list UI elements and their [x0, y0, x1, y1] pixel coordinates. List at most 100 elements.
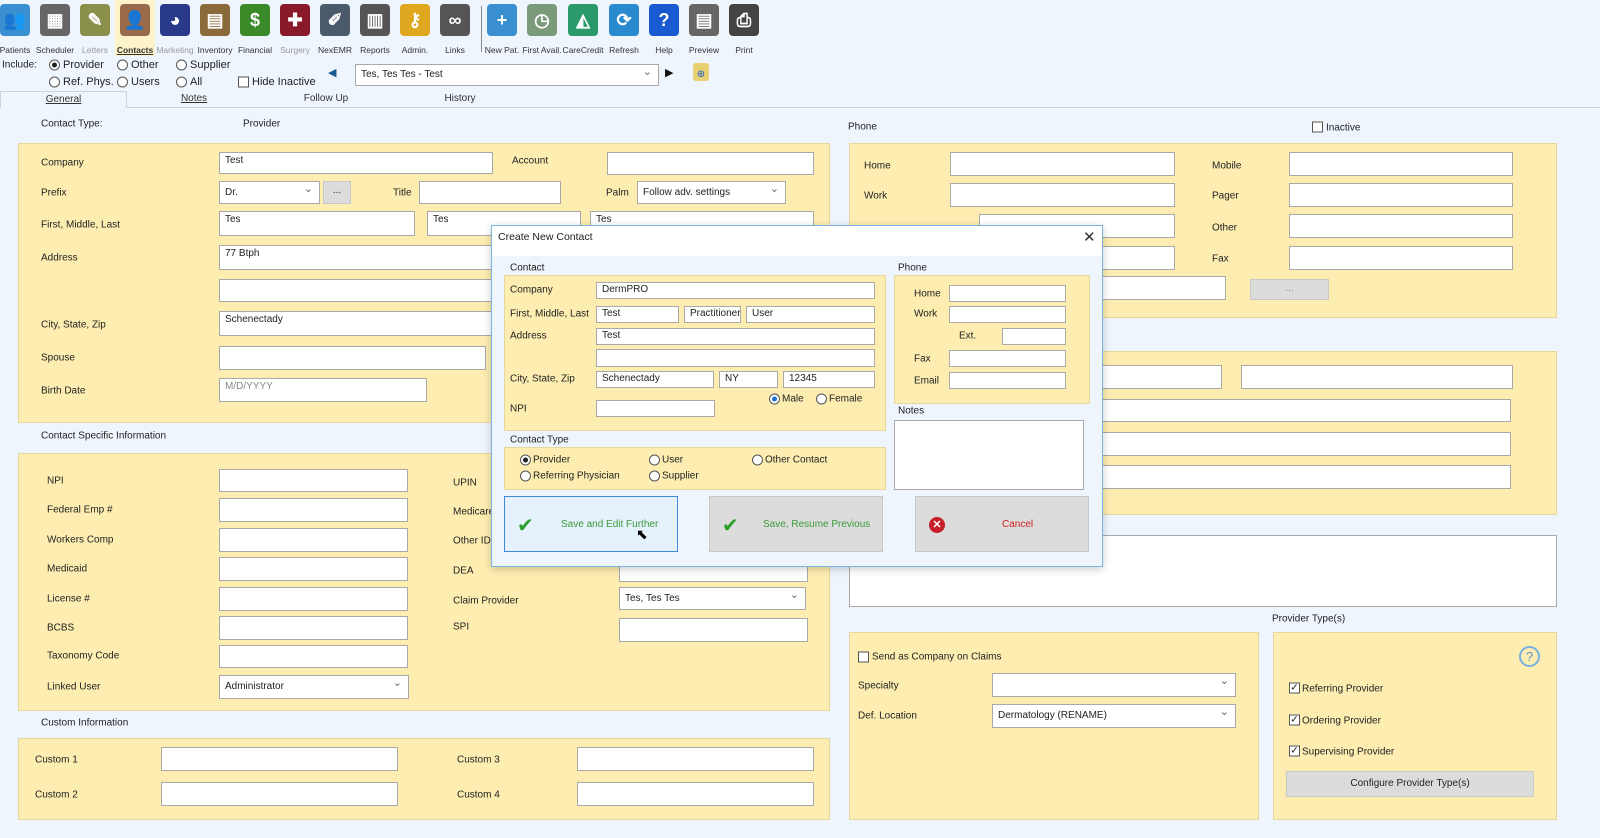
bcbs-input[interactable]	[219, 616, 408, 640]
dialog-last-input[interactable]: User	[746, 306, 875, 323]
dialog-notes-textarea[interactable]	[894, 420, 1084, 490]
license-label: License #	[47, 593, 90, 605]
close-icon[interactable]: ✕	[1083, 228, 1096, 246]
title-input[interactable]	[419, 181, 561, 204]
prefix-select[interactable]: Dr.	[219, 181, 320, 204]
work-phone-input[interactable]	[950, 183, 1175, 207]
mailing-input-5[interactable]	[1050, 465, 1511, 489]
dialog-email-input[interactable]	[949, 372, 1066, 389]
ordering-provider-checkbox[interactable]: ✓	[1289, 714, 1300, 726]
dialog-company-input[interactable]: DermPRO	[596, 282, 875, 299]
mailing-input-3[interactable]	[1050, 399, 1511, 422]
custom2-input[interactable]	[161, 782, 398, 806]
specialty-select[interactable]	[992, 673, 1236, 697]
custom4-input[interactable]	[577, 782, 814, 806]
claim-provider-select[interactable]: Tes, Tes Tes	[619, 587, 806, 610]
medical-cross-icon: ✚	[280, 4, 310, 36]
first-name-input[interactable]: Tes	[219, 211, 415, 236]
radio-other[interactable]	[117, 59, 128, 71]
referring-provider-checkbox[interactable]: ✓	[1289, 682, 1300, 694]
company-input[interactable]: Test	[219, 152, 493, 174]
dialog-ext-input[interactable]	[1002, 328, 1066, 345]
radio-all[interactable]	[176, 76, 187, 88]
custom1-input[interactable]	[161, 747, 398, 771]
work-phone-label: Work	[864, 190, 888, 202]
tab-follow-up[interactable]: Follow Up	[290, 91, 362, 108]
dialog-address2-input[interactable]	[596, 349, 875, 367]
previous-arrow-icon[interactable]: ◀	[328, 66, 336, 79]
type-other-contact-radio[interactable]	[752, 454, 763, 466]
send-company-label: Send as Company on Claims	[872, 651, 1002, 663]
dialog-city-input[interactable]: Schenectady	[596, 371, 714, 388]
radio-users[interactable]	[117, 76, 128, 88]
supervising-provider-checkbox[interactable]: ✓	[1289, 745, 1300, 757]
male-radio[interactable]	[769, 393, 780, 405]
type-supplier-radio[interactable]	[649, 470, 660, 482]
mailing-input-4[interactable]	[1050, 432, 1511, 456]
dialog-middle-input[interactable]: Practitioner	[684, 306, 741, 323]
dialog-first-input[interactable]: Test	[596, 306, 679, 323]
send-company-checkbox[interactable]	[858, 651, 869, 663]
palm-select[interactable]: Follow adv. settings	[637, 181, 786, 204]
address2-input[interactable]	[219, 279, 509, 302]
dialog-state-input[interactable]: NY	[719, 371, 778, 388]
spouse-input[interactable]	[219, 346, 486, 370]
account-input[interactable]	[607, 152, 814, 175]
cancel-button[interactable]: ✕ Cancel	[915, 496, 1089, 552]
medicaid-input[interactable]	[219, 557, 408, 581]
dialog-npi-input[interactable]	[596, 400, 715, 417]
radio-ref-phys-label: Ref. Phys.	[63, 76, 114, 88]
radio-ref-phys[interactable]	[49, 76, 60, 88]
type-user-radio[interactable]	[649, 454, 660, 466]
tab-history[interactable]: History	[425, 91, 495, 108]
dialog-zip-input[interactable]: 12345	[783, 371, 875, 388]
type-referring-physician-label: Referring Physician	[533, 470, 620, 482]
linked-user-select[interactable]: Administrator	[219, 675, 409, 699]
dialog-work-input[interactable]	[949, 306, 1066, 323]
inactive-checkbox[interactable]	[1312, 121, 1323, 133]
mailing-input-2[interactable]	[1241, 365, 1513, 389]
save-edit-further-button[interactable]: ✔ Save and Edit Further	[504, 496, 678, 552]
phone-more-button[interactable]: ...	[1250, 279, 1329, 300]
custom3-input[interactable]	[577, 747, 814, 771]
other-phone-input[interactable]	[1289, 214, 1513, 238]
type-provider-radio[interactable]	[520, 454, 531, 466]
address-input[interactable]: 77 Btph	[219, 245, 509, 270]
save-resume-previous-button[interactable]: ✔ Save, Resume Previous	[709, 496, 883, 552]
toolbar-print[interactable]: ⎙ Print	[724, 0, 764, 56]
tab-notes[interactable]: Notes	[160, 91, 228, 108]
radio-supplier[interactable]	[176, 59, 187, 71]
def-location-select[interactable]: Dermatology (RENAME)	[992, 704, 1236, 728]
workers-comp-input[interactable]	[219, 528, 408, 552]
mobile-input[interactable]	[1289, 152, 1513, 176]
birth-date-input[interactable]: M/D/YYYY	[219, 378, 427, 402]
female-radio[interactable]	[816, 393, 827, 405]
dialog-address-input[interactable]: Test	[596, 328, 875, 345]
taxonomy-input[interactable]	[219, 645, 408, 668]
type-referring-physician-radio[interactable]	[520, 470, 531, 482]
spi-input[interactable]	[619, 618, 808, 642]
federal-emp-input[interactable]	[219, 498, 408, 522]
palm-label: Palm	[606, 187, 629, 199]
dialog-fax-input[interactable]	[949, 350, 1066, 367]
add-contact-icon[interactable]: ⊕	[693, 63, 709, 81]
tab-general[interactable]: General	[0, 91, 127, 108]
next-arrow-icon[interactable]: ▶	[665, 66, 673, 79]
pager-input[interactable]	[1289, 183, 1513, 207]
help-icon[interactable]: ?	[1519, 646, 1540, 667]
toolbar-links[interactable]: ∞ Links	[435, 0, 475, 56]
city-input[interactable]: Schenectady	[219, 311, 509, 336]
home-phone-input[interactable]	[950, 152, 1175, 176]
contact-select[interactable]: Tes, Tes Tes - Test	[355, 64, 659, 86]
fax-input[interactable]	[1289, 246, 1513, 270]
license-input[interactable]	[219, 587, 408, 611]
radio-provider[interactable]	[49, 59, 60, 71]
prefix-more-button[interactable]: ...	[323, 181, 351, 204]
hide-inactive-checkbox[interactable]	[238, 76, 249, 88]
custom4-label: Custom 4	[457, 789, 500, 801]
spouse-label: Spouse	[41, 352, 75, 364]
dialog-home-input[interactable]	[949, 285, 1066, 302]
medicaid-label: Medicaid	[47, 563, 88, 575]
npi-input[interactable]	[219, 469, 408, 492]
configure-provider-types-button[interactable]: Configure Provider Type(s)	[1286, 771, 1534, 797]
